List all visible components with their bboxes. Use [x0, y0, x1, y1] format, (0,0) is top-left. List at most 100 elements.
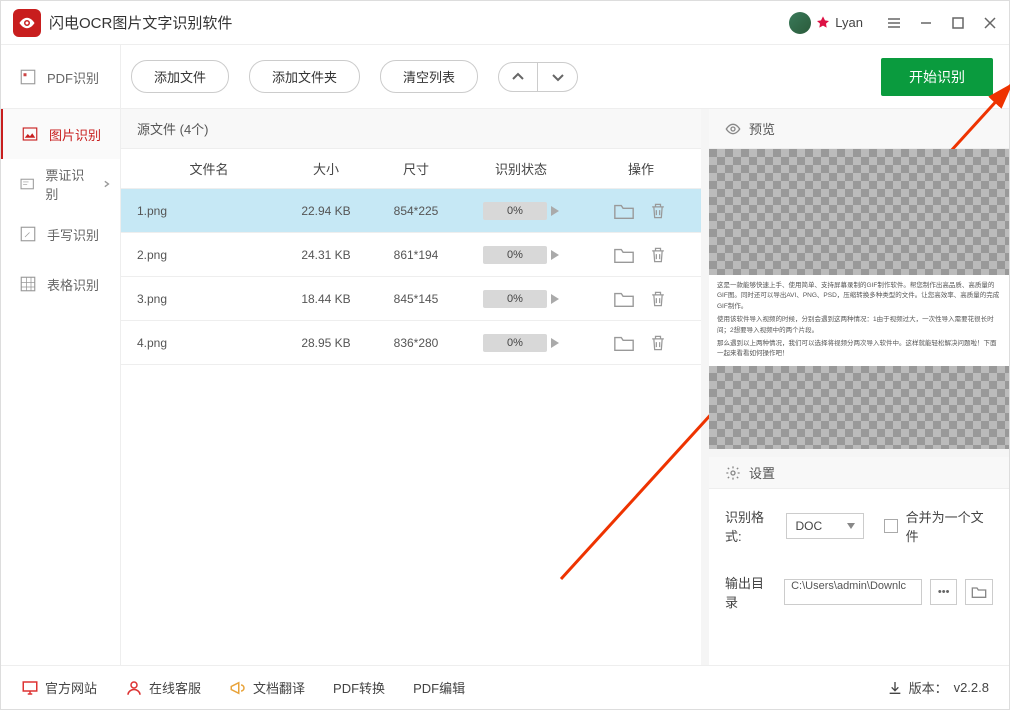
- open-folder-icon[interactable]: [613, 245, 635, 265]
- cell-size: 22.94 KB: [281, 204, 371, 218]
- format-select[interactable]: DOC: [786, 513, 864, 539]
- pdf-edit-link[interactable]: PDF编辑: [413, 678, 465, 697]
- progress-bar: 0%: [483, 290, 547, 308]
- cell-size: 28.95 KB: [281, 336, 371, 350]
- delete-icon[interactable]: [647, 289, 669, 309]
- sidebar-item-handwriting[interactable]: 手写识别: [1, 209, 120, 259]
- eye-icon: [725, 121, 741, 137]
- table-header: 文件名 大小 尺寸 识别状态 操作: [121, 149, 701, 189]
- sidebar-item-pdf[interactable]: PDF识别: [1, 45, 120, 109]
- folder-icon: [971, 585, 987, 599]
- progress-bar: 0%: [483, 246, 547, 264]
- pdf-icon: [19, 68, 37, 86]
- app-logo: [13, 9, 41, 37]
- app-title: 闪电OCR图片文字识别软件: [49, 12, 232, 33]
- support-icon: [125, 679, 143, 697]
- sidebar-item-ticket[interactable]: 票证识别: [1, 159, 120, 209]
- cell-filename: 1.png: [121, 204, 281, 218]
- play-icon[interactable]: [551, 250, 559, 260]
- move-down-button[interactable]: [538, 62, 578, 92]
- add-folder-button[interactable]: 添加文件夹: [249, 60, 360, 93]
- table-row[interactable]: 1.png 22.94 KB 854*225 0%: [121, 189, 701, 233]
- col-header-size: 大小: [281, 159, 371, 178]
- support-link[interactable]: 在线客服: [125, 678, 201, 697]
- chevron-right-icon: [103, 180, 110, 188]
- close-button[interactable]: [983, 16, 997, 30]
- cell-status: 0%: [461, 290, 581, 308]
- vip-icon: [815, 15, 831, 31]
- play-icon[interactable]: [551, 206, 559, 216]
- image-icon: [21, 125, 39, 143]
- username[interactable]: Lyan: [835, 15, 863, 30]
- table-icon: [19, 275, 37, 293]
- cell-dim: 854*225: [371, 204, 461, 218]
- titlebar: 闪电OCR图片文字识别软件 Lyan: [1, 1, 1009, 45]
- preview-header: 预览: [709, 109, 1009, 149]
- file-area: 源文件 (4个) 文件名 大小 尺寸 识别状态 操作 1.png 22.94 K…: [121, 109, 709, 665]
- cell-dim: 836*280: [371, 336, 461, 350]
- right-panel: 预览 这是一款能够快速上手、使用简单、支持屏幕录制的GIF制作软件。帮您制作出高…: [709, 109, 1009, 665]
- delete-icon[interactable]: [647, 201, 669, 221]
- sidebar-item-label: 票证识别: [45, 165, 92, 203]
- eye-icon: [18, 14, 36, 32]
- play-icon[interactable]: [551, 338, 559, 348]
- monitor-icon: [21, 679, 39, 697]
- user-avatar[interactable]: [789, 12, 811, 34]
- cell-status: 0%: [461, 202, 581, 220]
- source-files-header: 源文件 (4个): [121, 109, 701, 149]
- delete-icon[interactable]: [647, 245, 669, 265]
- sidebar-item-label: PDF识别: [47, 68, 99, 87]
- more-button[interactable]: •••: [930, 579, 958, 605]
- toolbar: 添加文件 添加文件夹 清空列表 开始识别: [1, 45, 1009, 109]
- add-file-button[interactable]: 添加文件: [131, 60, 229, 93]
- progress-bar: 0%: [483, 202, 547, 220]
- cell-status: 0%: [461, 334, 581, 352]
- menu-button[interactable]: [887, 16, 901, 30]
- table-row[interactable]: 4.png 28.95 KB 836*280 0%: [121, 321, 701, 365]
- cell-size: 24.31 KB: [281, 248, 371, 262]
- sidebar-item-image[interactable]: 图片识别: [1, 109, 120, 159]
- sidebar-item-label: 手写识别: [47, 225, 99, 244]
- table-row[interactable]: 3.png 18.44 KB 845*145 0%: [121, 277, 701, 321]
- open-folder-icon[interactable]: [613, 289, 635, 309]
- col-header-op: 操作: [581, 159, 701, 178]
- maximize-button[interactable]: [951, 16, 965, 30]
- cell-filename: 3.png: [121, 292, 281, 306]
- open-folder-button[interactable]: [965, 579, 993, 605]
- cell-dim: 845*145: [371, 292, 461, 306]
- col-header-name: 文件名: [121, 159, 281, 178]
- gear-icon: [725, 465, 741, 481]
- ticket-icon: [19, 175, 35, 193]
- translate-link[interactable]: 文档翻译: [229, 678, 305, 697]
- version-info[interactable]: 版本：v2.2.8: [887, 678, 989, 697]
- preview-text-content: 这是一款能够快速上手、使用简单、支持屏幕录制的GIF制作软件。帮您制作出高品质、…: [709, 275, 1009, 366]
- open-folder-icon[interactable]: [613, 333, 635, 353]
- cell-dim: 861*194: [371, 248, 461, 262]
- col-header-dim: 尺寸: [371, 159, 461, 178]
- sidebar-item-table[interactable]: 表格识别: [1, 259, 120, 309]
- website-link[interactable]: 官方网站: [21, 678, 97, 697]
- delete-icon[interactable]: [647, 333, 669, 353]
- open-folder-icon[interactable]: [613, 201, 635, 221]
- main: PDF识别 图片识别 票证识别 手写识别 表格识别 源文件 (4个) 文件名 大…: [1, 109, 1009, 665]
- settings-header: 设置: [709, 449, 1009, 489]
- move-up-button[interactable]: [498, 62, 538, 92]
- progress-bar: 0%: [483, 334, 547, 352]
- handwriting-icon: [19, 225, 37, 243]
- pdf-convert-link[interactable]: PDF转换: [333, 678, 385, 697]
- play-icon[interactable]: [551, 294, 559, 304]
- statusbar: 官方网站 在线客服 文档翻译 PDF转换 PDF编辑 版本：v2.2.8: [1, 665, 1009, 709]
- preview-label: 预览: [749, 119, 775, 138]
- merge-checkbox[interactable]: [884, 519, 898, 533]
- cell-status: 0%: [461, 246, 581, 264]
- chevron-down-icon: [847, 523, 855, 529]
- table-row[interactable]: 2.png 24.31 KB 861*194 0%: [121, 233, 701, 277]
- cell-size: 18.44 KB: [281, 292, 371, 306]
- clear-list-button[interactable]: 清空列表: [380, 60, 478, 93]
- start-recognition-button[interactable]: 开始识别: [881, 58, 993, 96]
- output-path-input[interactable]: C:\Users\admin\Downlc: [784, 579, 922, 605]
- minimize-button[interactable]: [919, 16, 933, 30]
- settings-label: 设置: [749, 463, 775, 482]
- download-icon: [887, 680, 903, 696]
- megaphone-icon: [229, 679, 247, 697]
